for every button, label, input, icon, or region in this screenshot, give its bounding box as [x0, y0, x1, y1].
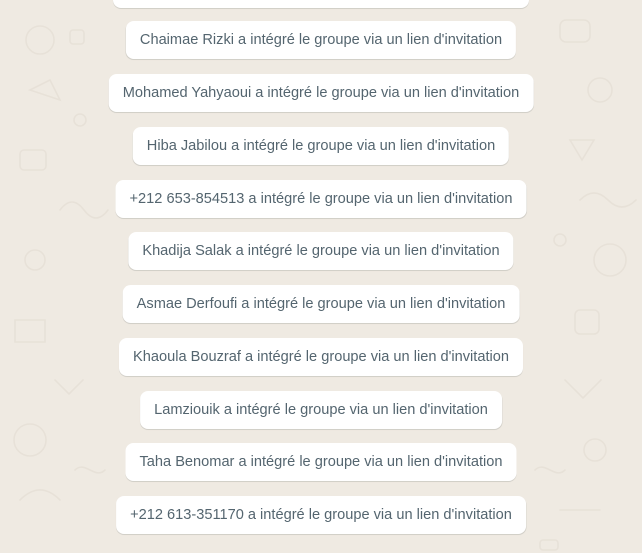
system-message-partially-visible: [113, 0, 529, 8]
system-message: +212 613-351170 a intégré le groupe via …: [116, 496, 526, 534]
system-message: Hiba Jabilou a intégré le groupe via un …: [132, 127, 510, 165]
system-message: Mohamed Yahyaoui a intégré le groupe via…: [108, 74, 534, 112]
system-message: Taha Benomar a intégré le groupe via un …: [125, 443, 517, 481]
system-message: Chaimae Rizki a intégré le groupe via un…: [125, 21, 517, 59]
chat-message-feed[interactable]: Chaimae Rizki a intégré le groupe via un…: [0, 0, 642, 553]
system-message: +212 653-854513 a intégré le groupe via …: [115, 180, 527, 218]
system-message: Asmae Derfoufi a intégré le groupe via u…: [122, 285, 520, 323]
system-message: Lamziouik a intégré le groupe via un lie…: [140, 391, 502, 429]
system-message: Khaoula Bouzraf a intégré le groupe via …: [119, 338, 523, 376]
system-message: Khadija Salak a intégré le groupe via un…: [128, 232, 514, 270]
